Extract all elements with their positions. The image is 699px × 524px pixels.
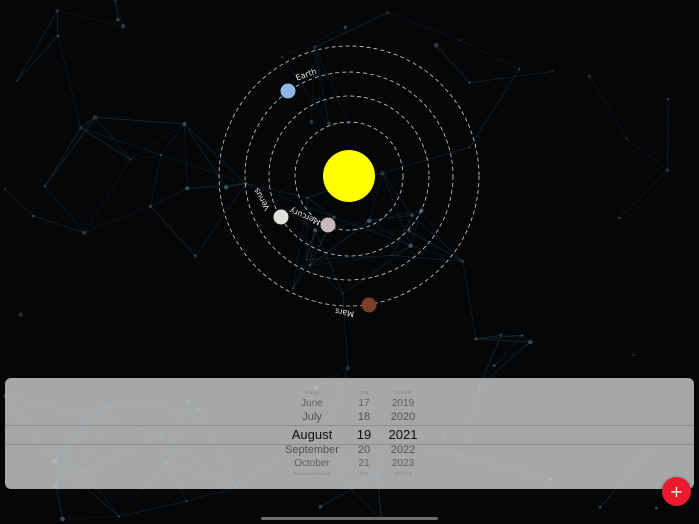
selected-year[interactable]: 2021 [377,427,429,442]
year-option[interactable]: 2023 [377,458,429,469]
venus-label: Venus [252,187,272,212]
planet-mercury[interactable] [320,217,336,233]
planet-venus[interactable] [273,209,289,225]
date-picker-panel: May June July August September October N… [5,378,694,489]
sun[interactable] [323,150,375,202]
year-wheel[interactable]: 2018 2019 2020 2021 2022 2023 2024 [377,378,429,489]
year-option[interactable]: 2018 [377,390,429,395]
add-button[interactable]: + [662,477,691,506]
planet-mars[interactable] [361,297,377,313]
year-option[interactable]: 2024 [377,471,429,476]
year-option[interactable]: 2020 [377,411,429,423]
year-option[interactable]: 2019 [377,398,429,409]
earth-label: Earth [295,67,318,83]
mars-label: Mars [334,306,355,318]
home-indicator[interactable] [261,517,438,520]
mercury-label: Mercury [288,206,322,227]
planet-earth[interactable] [280,83,296,99]
plus-icon: + [669,481,684,501]
year-option[interactable]: 2022 [377,444,429,456]
